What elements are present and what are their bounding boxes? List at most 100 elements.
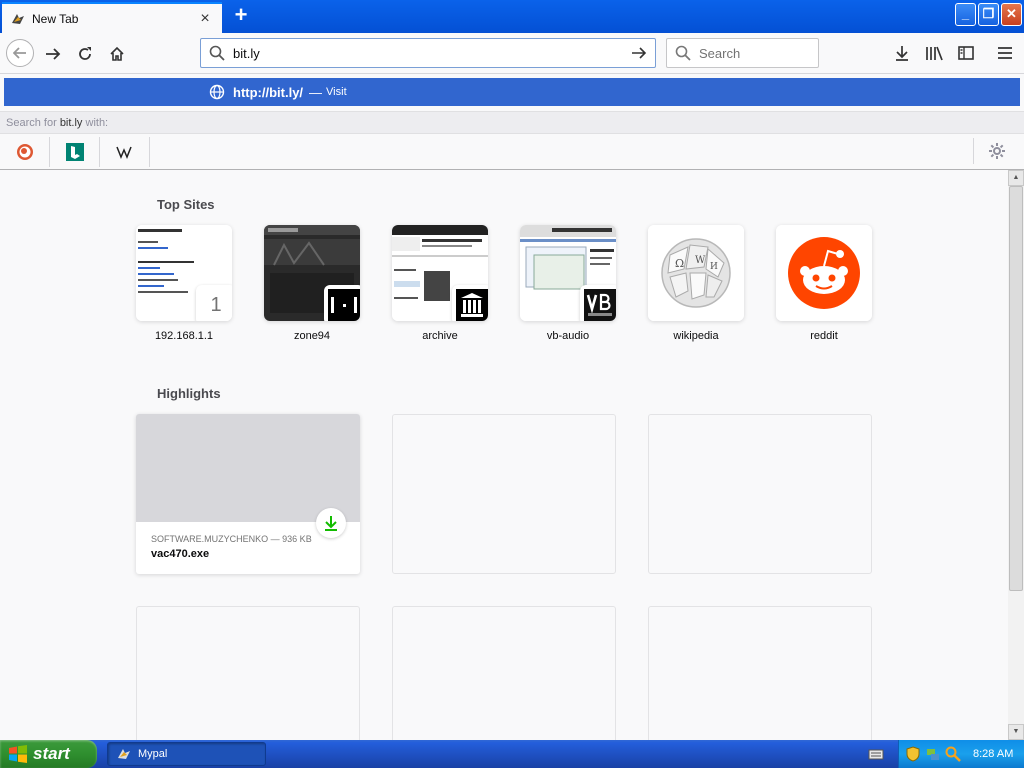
new-tab-page: Top Sites 1 192.168.1.1 zone94 archive v… xyxy=(0,170,1008,740)
tab-new-tab[interactable]: New Tab × xyxy=(2,2,222,33)
back-button[interactable] xyxy=(6,39,34,67)
globe-icon xyxy=(209,84,225,100)
top-sites-heading: Top Sites xyxy=(157,197,215,212)
arrow-right-icon xyxy=(46,48,61,60)
downloads-button[interactable] xyxy=(890,41,914,65)
duckduckgo-icon xyxy=(16,144,33,160)
sidebar-icon xyxy=(958,46,974,60)
url-bar[interactable]: bit.ly xyxy=(200,38,656,68)
network-icon[interactable] xyxy=(925,746,941,762)
engine-bing-button[interactable] xyxy=(50,137,100,167)
top-site-label: reddit xyxy=(810,330,838,342)
suggestion-separator: — xyxy=(309,84,323,100)
close-button[interactable]: ✕ xyxy=(1001,3,1022,26)
highlights-heading: Highlights xyxy=(157,386,221,401)
arrow-left-icon xyxy=(12,47,26,59)
reload-button[interactable] xyxy=(72,41,98,67)
url-input[interactable]: bit.ly xyxy=(233,46,631,61)
search-settings-button[interactable] xyxy=(986,140,1008,162)
scrollbar-thumb[interactable] xyxy=(1009,186,1023,591)
wikipedia-w-icon xyxy=(115,146,132,159)
restore-button[interactable]: ❐ xyxy=(978,3,999,26)
go-arrow-icon[interactable] xyxy=(631,46,647,60)
sidebar-button[interactable] xyxy=(954,41,978,65)
download-icon xyxy=(325,516,337,531)
tile-badge xyxy=(580,285,616,321)
divider xyxy=(973,138,974,164)
top-site-label: archive xyxy=(422,330,458,342)
reload-icon xyxy=(79,47,91,60)
download-icon xyxy=(896,46,908,61)
top-site-label: zone94 xyxy=(293,330,331,342)
tile-badge: 1 xyxy=(196,285,232,321)
search-bar[interactable]: Search xyxy=(666,38,819,68)
svg-text:Ω: Ω xyxy=(675,257,684,270)
tab-title: New Tab xyxy=(32,11,79,26)
hamburger-menu-icon xyxy=(998,47,1012,59)
svg-text:W: W xyxy=(695,255,706,266)
wikipedia-globe-icon: Ω W И xyxy=(648,225,744,321)
search-icon xyxy=(209,45,225,61)
highlight-thumbnail xyxy=(136,414,360,522)
start-button[interactable]: start xyxy=(0,740,97,768)
search-for-label: Search for bit.ly with: xyxy=(0,111,1024,134)
suggestion-url: http://bit.ly/ xyxy=(233,84,304,100)
svg-text:И: И xyxy=(710,262,718,272)
search-for-prefix: Search for xyxy=(6,117,60,129)
new-tab-button[interactable]: + xyxy=(229,4,253,28)
forward-button[interactable] xyxy=(40,41,66,67)
top-site-thumbnail: 1 xyxy=(136,225,232,321)
top-site-thumbnail xyxy=(264,225,360,321)
minimize-button[interactable]: _ xyxy=(955,3,976,26)
navigation-toolbar: bit.ly Search xyxy=(0,33,1024,74)
top-site-thumbnail xyxy=(392,225,488,321)
top-site-label: vb-audio xyxy=(546,330,590,342)
top-site-tile[interactable]: reddit xyxy=(776,225,872,342)
top-site-tile[interactable]: vb-audio xyxy=(520,225,616,342)
system-tray: 8:28 AM xyxy=(898,740,1024,768)
scroll-down-arrow-icon[interactable]: ▼ xyxy=(1008,724,1024,740)
top-site-thumbnail xyxy=(520,225,616,321)
highlight-card[interactable]: SOFTWARE.MUZYCHENKO — 936 KB vac470.exe xyxy=(136,414,360,574)
highlight-placeholder xyxy=(648,606,872,740)
home-button[interactable] xyxy=(104,41,130,67)
menu-button[interactable] xyxy=(993,41,1017,65)
highlight-placeholder xyxy=(392,606,616,740)
engine-wikipedia-button[interactable] xyxy=(100,137,150,167)
top-site-thumbnail xyxy=(776,225,872,321)
suggestion-row-visit[interactable]: http://bit.ly/ — Visit xyxy=(4,78,1020,106)
top-site-tile[interactable]: zone94 xyxy=(264,225,360,342)
top-site-thumbnail: Ω W И xyxy=(648,225,744,321)
search-icon xyxy=(675,45,691,61)
download-badge xyxy=(316,508,346,538)
tab-close-icon[interactable]: × xyxy=(196,10,214,27)
one-off-search-engines xyxy=(0,134,1024,170)
mypal-app-icon xyxy=(118,749,130,759)
library-button[interactable] xyxy=(922,41,946,65)
archive-building-icon xyxy=(456,289,488,321)
windows-taskbar: start Mypal 8:28 AM xyxy=(0,740,1024,768)
search-for-query: bit.ly xyxy=(59,117,83,129)
highlight-placeholder xyxy=(392,414,616,574)
top-site-tile[interactable]: Ω W И wikipedia xyxy=(648,225,744,342)
highlight-title: vac470.exe xyxy=(151,548,210,560)
security-shield-icon[interactable] xyxy=(905,746,921,762)
tile-badge xyxy=(324,285,360,321)
keyboard-language-icon[interactable] xyxy=(868,746,884,762)
highlight-source: SOFTWARE.MUZYCHENKO — 936 KB xyxy=(151,534,312,544)
top-site-tile[interactable]: archive xyxy=(392,225,488,342)
taskbar-item-mypal[interactable]: Mypal xyxy=(107,742,266,766)
vertical-scrollbar[interactable]: ▲ ▼ xyxy=(1008,170,1024,740)
mypal-favicon-icon xyxy=(12,13,24,24)
engine-duckduckgo-button[interactable] xyxy=(0,137,50,167)
reddit-logo-icon xyxy=(776,225,872,321)
library-icon xyxy=(926,46,943,61)
start-label: start xyxy=(33,744,70,763)
magnifier-icon[interactable] xyxy=(945,746,961,762)
tile-badge xyxy=(452,285,488,321)
scroll-up-arrow-icon[interactable]: ▲ xyxy=(1008,170,1024,186)
search-for-suffix: with: xyxy=(82,117,109,129)
search-input[interactable]: Search xyxy=(699,46,740,61)
pong-icon xyxy=(328,289,360,321)
top-site-tile[interactable]: 1 192.168.1.1 xyxy=(136,225,232,342)
